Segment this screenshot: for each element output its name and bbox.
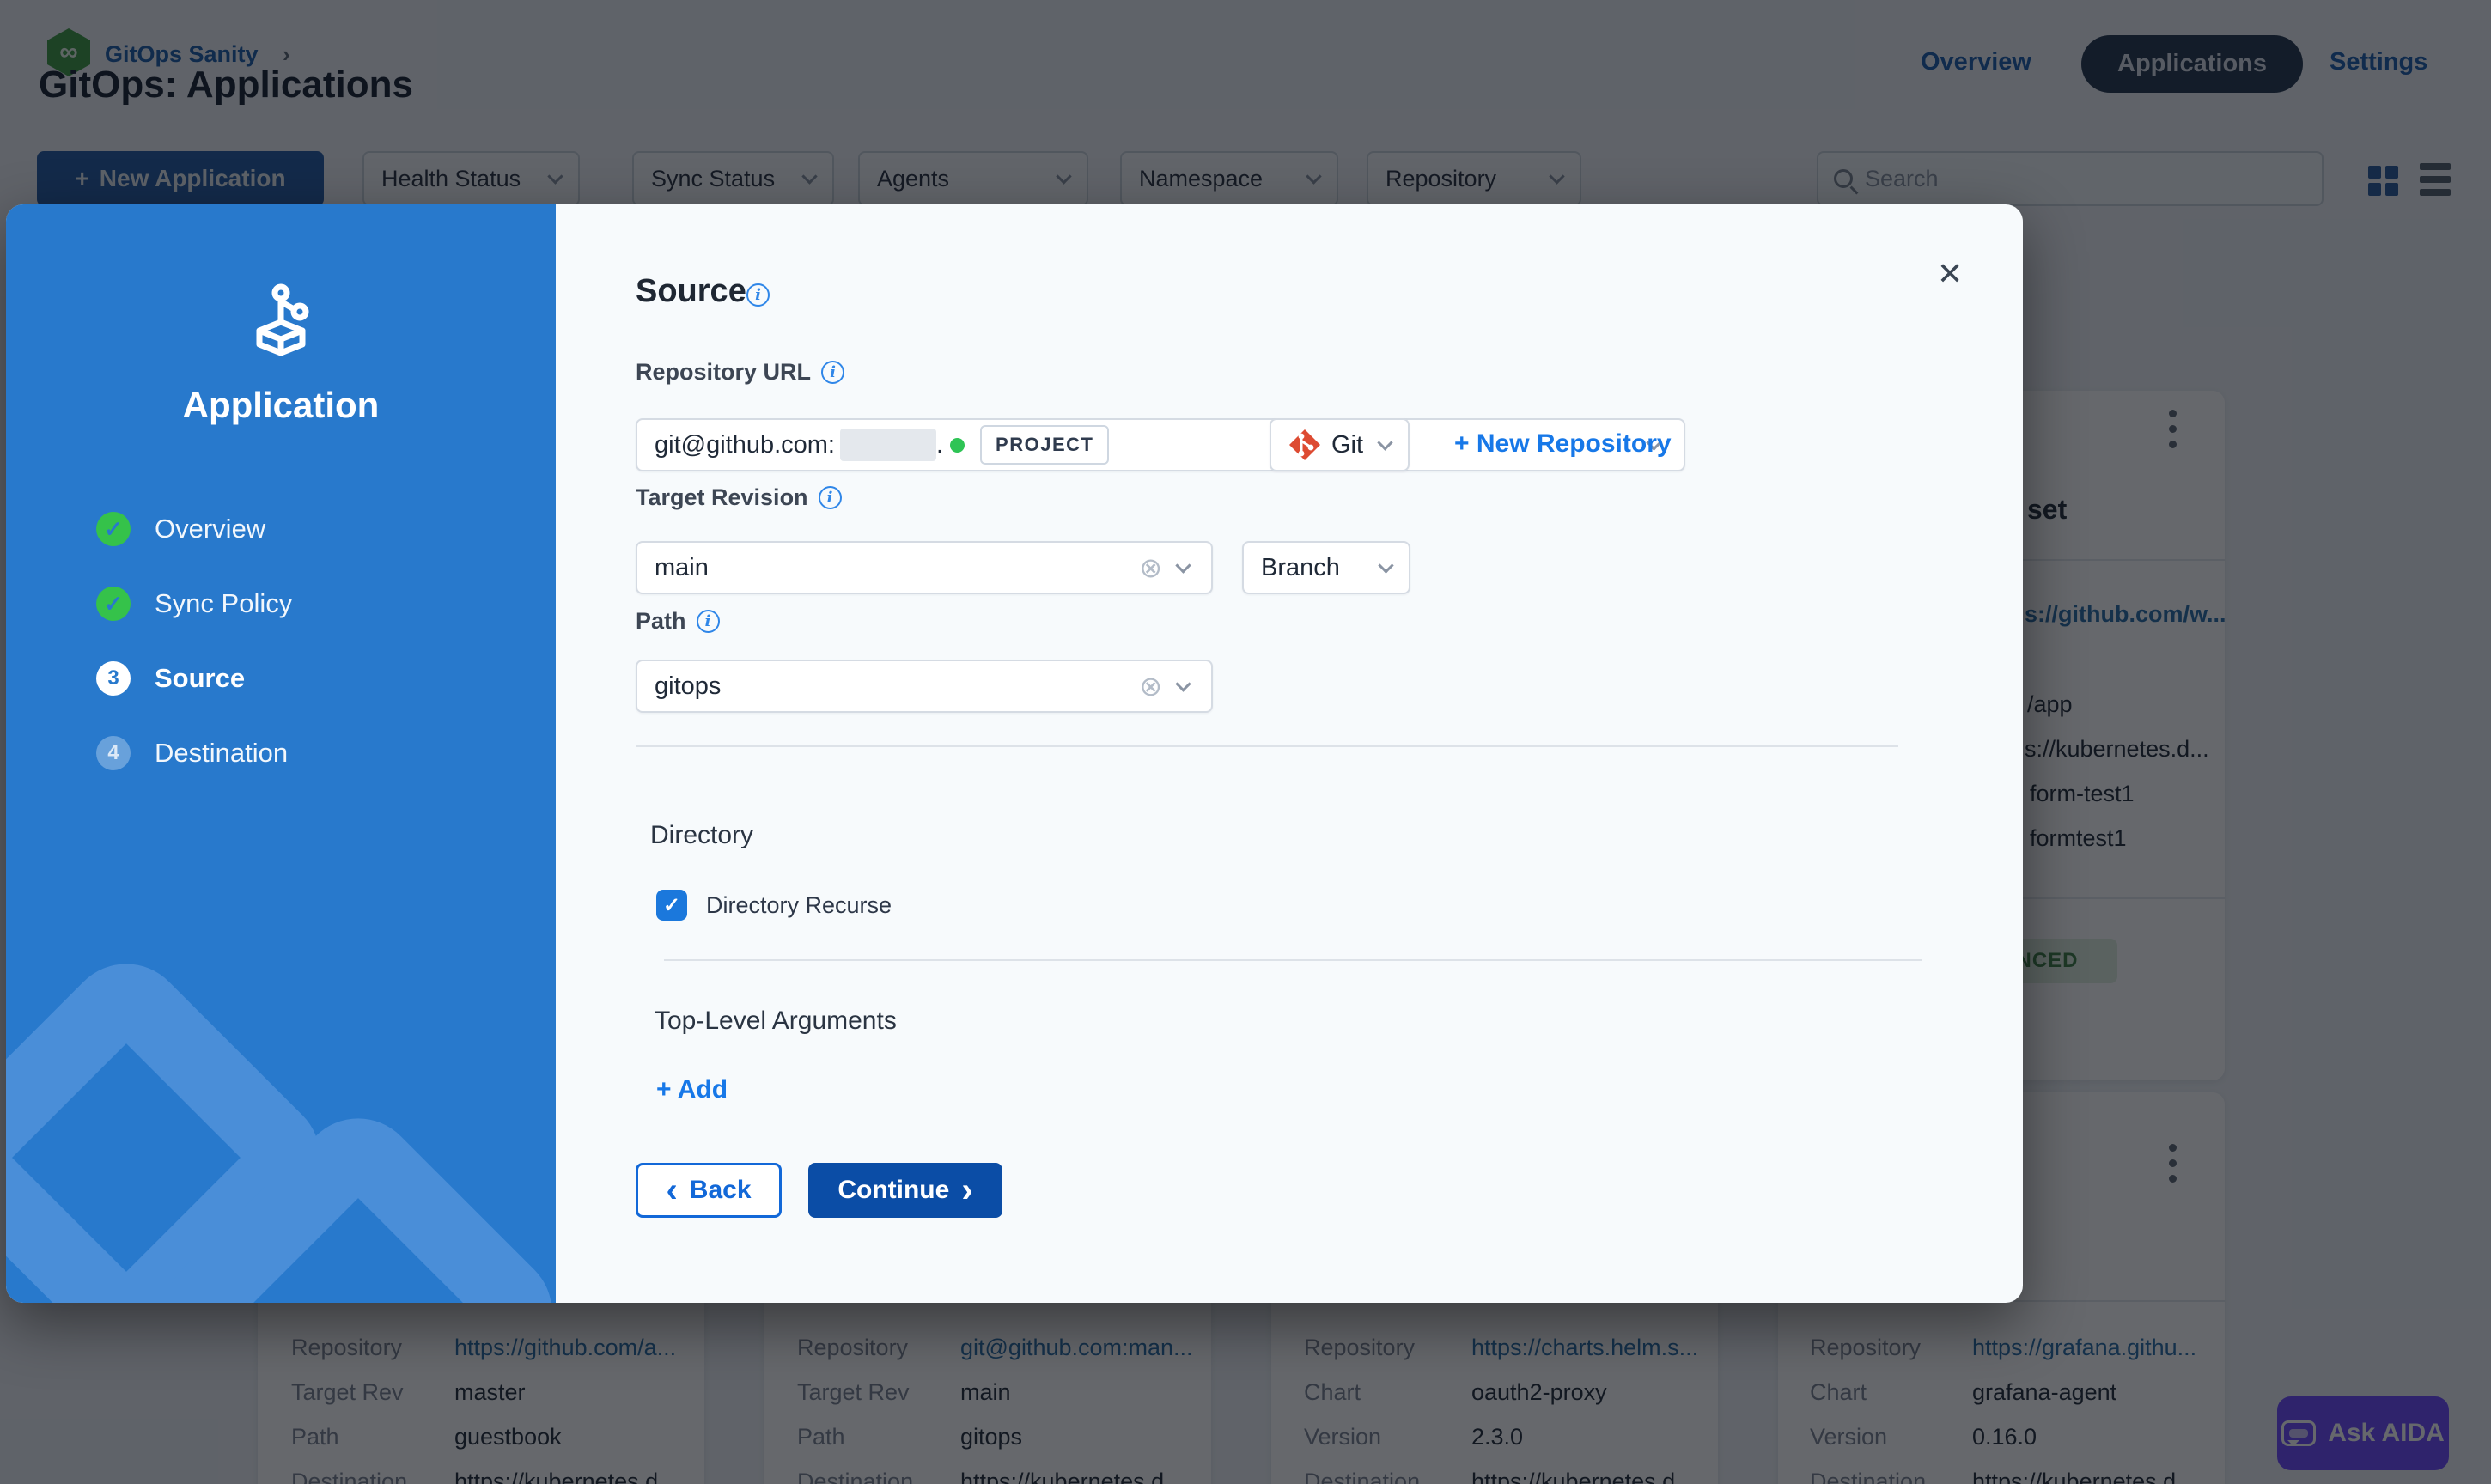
clear-icon[interactable]: ⊗ <box>1139 554 1162 581</box>
wizard-sidebar: Application ✓ Overview ✓ Sync Policy 3 S… <box>6 204 556 1303</box>
check-icon: ✓ <box>96 512 131 546</box>
wizard-step-overview[interactable]: ✓ Overview <box>96 512 265 546</box>
target-revision-input[interactable]: main ⊗ <box>636 541 1213 594</box>
ref-type-value: Branch <box>1261 554 1340 582</box>
continue-label: Continue <box>837 1176 949 1205</box>
info-icon[interactable]: i <box>697 610 720 633</box>
app-root: ∞ GitOps Sanity › GitOps: Applications O… <box>0 0 2491 1484</box>
check-icon: ✓ <box>96 587 131 621</box>
directory-recurse-row: ✓ Directory Recurse <box>656 890 892 921</box>
field-label-text: Repository URL <box>636 359 811 386</box>
back-button[interactable]: ‹ Back <box>636 1163 782 1218</box>
back-label: Back <box>690 1176 752 1205</box>
step-number: 4 <box>96 736 131 770</box>
add-argument-link[interactable]: + Add <box>656 1075 728 1104</box>
application-icon <box>234 277 328 376</box>
chevron-down-icon[interactable] <box>1175 676 1191 691</box>
target-revision-value: main <box>655 554 709 582</box>
project-badge: PROJECT <box>980 425 1109 465</box>
step-label: Source <box>155 663 245 694</box>
field-label-text: Target Revision <box>636 484 808 511</box>
ref-type-select[interactable]: Branch <box>1242 541 1410 594</box>
info-icon[interactable]: i <box>819 486 842 509</box>
continue-button[interactable]: Continue › <box>808 1163 1002 1218</box>
path-label: Path i <box>636 608 720 635</box>
step-label: Sync Policy <box>155 588 292 619</box>
step-number: 3 <box>96 661 131 696</box>
top-level-arguments-heading: Top-Level Arguments <box>655 1007 897 1036</box>
directory-recurse-checkbox[interactable]: ✓ <box>656 890 687 921</box>
info-icon[interactable]: i <box>746 283 770 307</box>
chevron-down-icon <box>1378 557 1393 573</box>
application-wizard-modal: Application ✓ Overview ✓ Sync Policy 3 S… <box>6 204 2023 1303</box>
repo-url-suffix: . <box>936 431 943 459</box>
clear-icon[interactable]: ⊗ <box>1139 672 1162 700</box>
repo-url-prefix: git@github.com: <box>655 431 835 459</box>
chevron-down-icon <box>1377 435 1392 450</box>
info-icon[interactable]: i <box>821 361 844 384</box>
close-icon[interactable]: ✕ <box>1937 256 1963 292</box>
section-divider <box>636 745 1898 747</box>
modal-title: Source <box>636 273 746 310</box>
target-revision-label: Target Revision i <box>636 484 842 511</box>
directory-heading: Directory <box>650 821 753 850</box>
connection-status-dot <box>950 438 965 453</box>
git-icon <box>1288 429 1321 461</box>
step-label: Overview <box>155 514 265 544</box>
section-divider <box>664 959 1922 961</box>
repository-url-label: Repository URL i <box>636 359 844 386</box>
repo-type-select[interactable]: Git <box>1270 418 1410 471</box>
directory-recurse-label: Directory Recurse <box>706 892 892 919</box>
path-value: gitops <box>655 672 721 701</box>
field-label-text: Path <box>636 608 686 635</box>
wizard-step-sync-policy[interactable]: ✓ Sync Policy <box>96 587 292 621</box>
path-input[interactable]: gitops ⊗ <box>636 660 1213 713</box>
new-repository-link[interactable]: + New Repository <box>1454 429 1672 459</box>
wizard-step-source[interactable]: 3 Source <box>96 661 245 696</box>
step-label: Destination <box>155 738 288 769</box>
wizard-step-destination[interactable]: 4 Destination <box>96 736 288 770</box>
chevron-down-icon[interactable] <box>1175 557 1191 573</box>
wizard-title: Application <box>6 385 556 426</box>
repo-type-value: Git <box>1331 431 1363 459</box>
redacted-text <box>840 429 936 461</box>
